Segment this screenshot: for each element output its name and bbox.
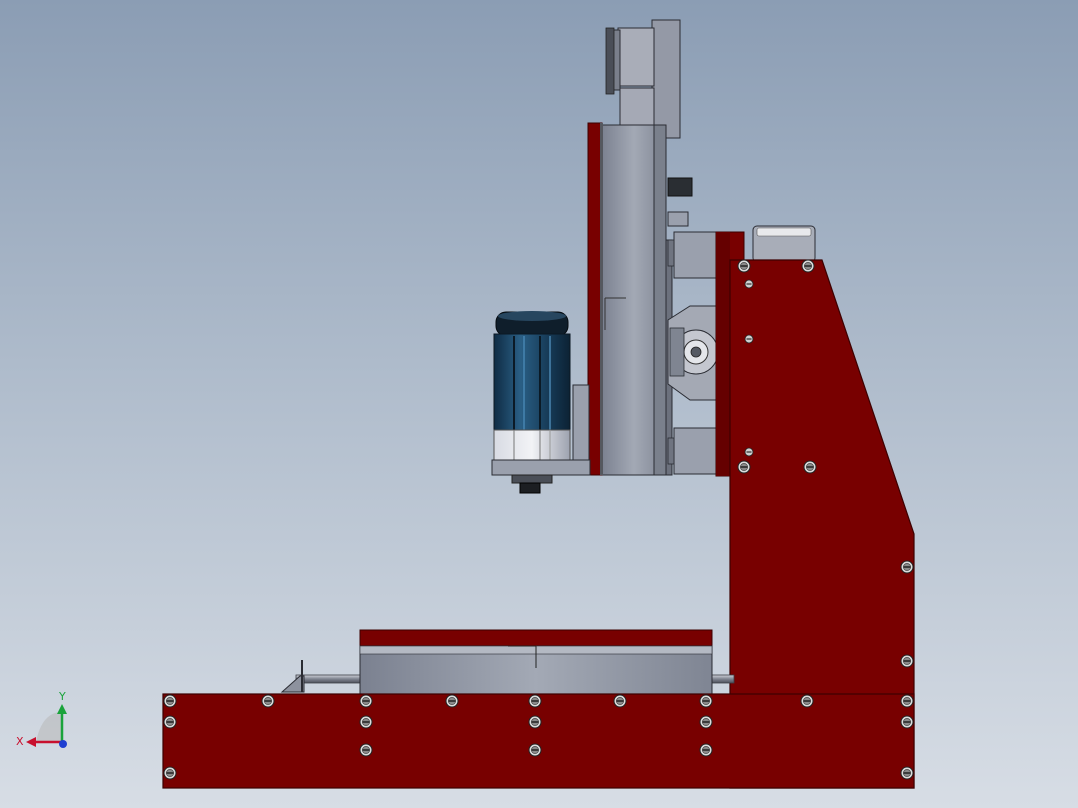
bearing-block-bottom xyxy=(673,427,717,475)
motor-mount-bracket xyxy=(572,384,590,464)
axis-triad: Y X xyxy=(16,690,67,748)
work-table-top xyxy=(359,629,713,647)
motor-mount-plate xyxy=(491,459,591,476)
x-axis-label: X xyxy=(16,735,24,748)
y-axis-label: Y xyxy=(58,690,66,703)
bearing-block-top xyxy=(673,231,717,279)
spindle-motor xyxy=(491,311,591,494)
z-axis-dot xyxy=(59,740,67,748)
z-coupler xyxy=(667,177,693,197)
base-plate xyxy=(162,693,915,789)
cnc-machine-side-view: Y X xyxy=(16,19,915,789)
motor-base-ring xyxy=(493,429,571,461)
motor-body xyxy=(493,333,571,433)
z-top-bracket-front xyxy=(617,27,655,87)
rod-end-bracket xyxy=(280,675,305,693)
spindle-collet xyxy=(511,474,553,484)
cad-viewport[interactable]: Y X xyxy=(0,0,1078,808)
z-top-bracket xyxy=(651,19,681,139)
z-red-plate xyxy=(587,122,603,476)
